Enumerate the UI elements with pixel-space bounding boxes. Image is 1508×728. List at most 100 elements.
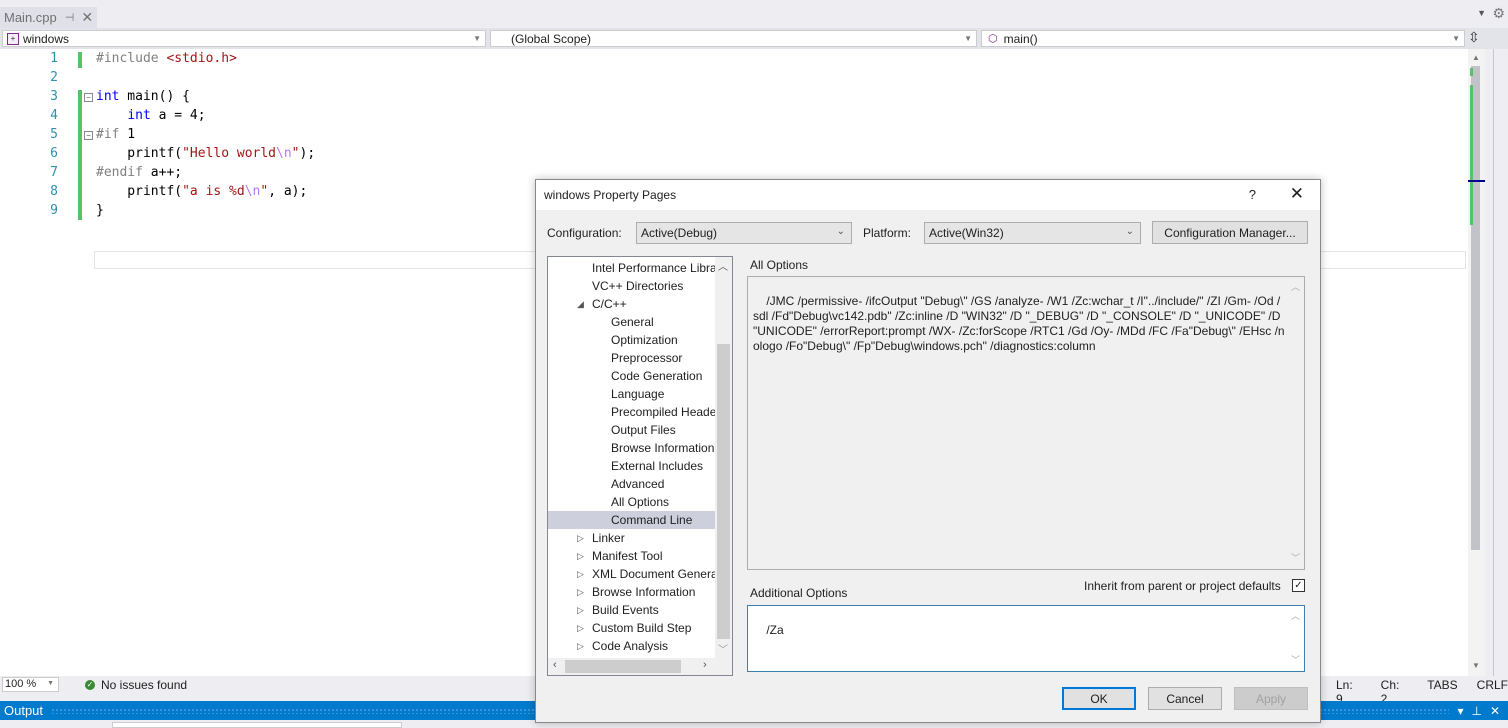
help-button[interactable]: ? (1249, 187, 1256, 202)
inherit-label: Inherit from parent or project defaults (1084, 579, 1281, 593)
configuration-dropdown[interactable]: Active(Debug) ⌄ (636, 222, 852, 244)
tree-item[interactable]: Language (611, 385, 664, 403)
tab-list-dropdown-icon[interactable]: ▼ (1477, 8, 1486, 18)
scroll-up-icon[interactable]: ︿ (718, 258, 728, 273)
scope-dropdown[interactable]: (Global Scope) ▼ (490, 30, 977, 47)
scrollbar-thumb[interactable] (565, 660, 681, 673)
all-options-textbox[interactable]: /JMC /permissive- /ifcOutput "Debug\" /G… (747, 276, 1305, 570)
inherit-checkbox[interactable]: ✓ (1292, 579, 1305, 592)
tree-item[interactable]: Build Events (592, 601, 659, 619)
dialog-title-bar: windows Property Pages ? ✕ (536, 180, 1320, 210)
tree-item[interactable]: Precompiled Heade (611, 403, 716, 421)
collapsed-triangle-icon[interactable]: ▷ (577, 605, 584, 616)
line-number: 8 (50, 184, 58, 199)
member-name: main() (1003, 31, 1038, 46)
collapsed-triangle-icon[interactable]: ▷ (577, 641, 584, 652)
scope-name: (Global Scope) (511, 31, 592, 46)
scroll-down-icon[interactable]: ﹀ (718, 641, 728, 656)
window-menu-icon[interactable]: ▾ (1457, 704, 1463, 718)
code-line-6: printf("Hello world\n"); (96, 146, 316, 161)
close-icon[interactable]: ✕ (1290, 184, 1304, 204)
collapse-icon[interactable]: − (84, 93, 93, 102)
collapsed-triangle-icon[interactable]: ▷ (577, 533, 584, 544)
project-name: windows (23, 31, 70, 46)
tree-item[interactable]: General (611, 313, 654, 331)
all-options-label: All Options (750, 258, 809, 272)
code-line-7: #endif a++; (96, 165, 183, 180)
chevron-down-icon: ▼ (47, 680, 54, 687)
line-number: 3 (50, 89, 58, 104)
line-number: 9 (50, 203, 58, 218)
tree-item[interactable]: External Includes (611, 457, 703, 475)
tree-item[interactable]: XML Document Genera (592, 565, 718, 583)
pin-icon[interactable]: ⊣ (65, 11, 75, 24)
collapsed-triangle-icon[interactable]: ▷ (577, 587, 584, 598)
close-icon[interactable]: ✕ (1490, 704, 1500, 718)
tab-main-cpp[interactable]: Main.cpp ⊣ ✕ (0, 7, 97, 28)
tree-item[interactable]: VC++ Directories (592, 277, 683, 295)
code-line-3: int main() { (96, 89, 190, 104)
gear-icon[interactable]: ⚙ (1492, 5, 1505, 22)
code-line-5: #if 1 (96, 127, 136, 142)
check-circle-icon: ✓ (85, 680, 95, 690)
tree-item[interactable]: Advanced (611, 475, 664, 493)
scroll-down-icon[interactable]: ﹀ (1291, 653, 1300, 668)
tree-item[interactable]: Optimization (611, 331, 678, 349)
collapsed-triangle-icon[interactable]: ▷ (577, 623, 584, 634)
tree-item[interactable]: Linker (592, 529, 625, 547)
caret-position-marker (1468, 180, 1485, 182)
issues-indicator[interactable]: ✓ No issues found (85, 678, 187, 692)
additional-options-textbox[interactable]: /Za ︿ ﹀ (747, 605, 1305, 672)
ok-button[interactable]: OK (1062, 687, 1136, 710)
pin-icon[interactable]: ⊥ (1471, 704, 1481, 718)
tree-item[interactable]: Manifest Tool (592, 547, 662, 565)
apply-button[interactable]: Apply (1234, 687, 1308, 710)
scroll-up-icon[interactable]: ︿ (1291, 280, 1300, 295)
close-icon[interactable]: ✕ (81, 9, 93, 26)
scroll-left-icon[interactable]: ‹ (553, 659, 557, 671)
project-icon: + (7, 32, 19, 45)
tree-item-command-line[interactable]: Command Line (548, 511, 715, 529)
project-dropdown[interactable]: + windows ▼ (2, 30, 486, 47)
tree-vertical-scrollbar[interactable]: ︿ ﹀ (715, 257, 732, 659)
tree-item[interactable]: Preprocessor (611, 349, 682, 367)
change-marker (1470, 85, 1473, 225)
chevron-down-icon: ▼ (964, 34, 972, 43)
collapsed-triangle-icon[interactable]: ▷ (577, 551, 584, 562)
expanded-triangle-icon[interactable]: ◢ (577, 299, 584, 310)
line-number: 4 (50, 108, 58, 123)
editor-vertical-scrollbar[interactable]: ▲ ▼ (1468, 49, 1485, 676)
split-window-icon[interactable]: ⇳ (1468, 29, 1480, 46)
tree-item[interactable]: Browse Information (592, 583, 695, 601)
scroll-down-icon[interactable]: ▼ (1472, 661, 1480, 670)
code-line-4: int a = 4; (127, 108, 206, 123)
tree-item-cpp[interactable]: C/C++ (592, 295, 627, 313)
zoom-dropdown[interactable]: 100 % ▼ (2, 677, 59, 692)
output-source-dropdown[interactable] (112, 722, 402, 728)
scroll-down-icon[interactable]: ﹀ (1291, 551, 1300, 566)
cancel-button[interactable]: Cancel (1148, 687, 1222, 710)
scroll-up-icon[interactable]: ▲ (1472, 53, 1480, 62)
tree-item[interactable]: Code Analysis (592, 637, 668, 655)
tree-item[interactable]: Intel Performance Libra (592, 259, 717, 277)
tree-item[interactable]: All Options (611, 493, 669, 511)
tree-item[interactable]: Browse Information (611, 439, 714, 457)
scroll-right-icon[interactable]: › (703, 659, 707, 671)
member-dropdown[interactable]: ⬡ main() ▼ (981, 30, 1465, 47)
tree-item[interactable]: Output Files (611, 421, 676, 439)
platform-dropdown[interactable]: Active(Win32) ⌄ (924, 222, 1141, 244)
property-tree[interactable]: Intel Performance Libra VC++ Directories… (547, 256, 733, 676)
platform-label: Platform: (863, 226, 912, 240)
scroll-up-icon[interactable]: ︿ (1291, 609, 1300, 624)
chevron-down-icon: ▼ (473, 34, 481, 43)
chevron-down-icon: ⌄ (836, 226, 845, 237)
configuration-manager-button[interactable]: Configuration Manager... (1152, 221, 1308, 244)
scrollbar-thumb[interactable] (717, 344, 730, 639)
collapsed-triangle-icon[interactable]: ▷ (577, 569, 584, 580)
collapse-icon[interactable]: − (84, 131, 93, 140)
all-options-value: /JMC /permissive- /ifcOutput "Debug\" /G… (753, 294, 1285, 353)
configuration-label: Configuration: (547, 226, 622, 240)
tree-item[interactable]: Custom Build Step (592, 619, 691, 637)
tree-horizontal-scrollbar[interactable]: ‹ › (548, 658, 732, 675)
tree-item[interactable]: Code Generation (611, 367, 702, 385)
